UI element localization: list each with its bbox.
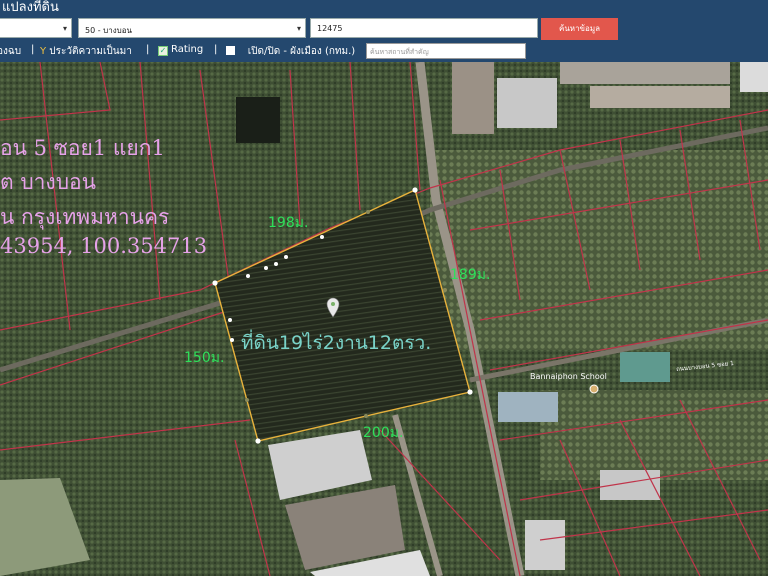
history-icon: Y	[40, 46, 47, 57]
history-label: ประวัติความเป็นมา	[49, 46, 132, 57]
district-select[interactable]: 50 - บางบอน ▾	[78, 18, 306, 38]
parcel-number-input[interactable]: 12475	[310, 18, 538, 38]
factory-roof	[560, 62, 730, 84]
street-view-toggle[interactable]: องฉบ	[0, 44, 21, 59]
chevron-down-icon: ▾	[62, 24, 67, 33]
address-line-1: อน 5 ซอย1 แยก1	[0, 136, 165, 160]
place-search-input[interactable]: ค้นหาสถานที่สำคัญ	[366, 43, 526, 59]
rating-link[interactable]: ✓ Rating	[158, 44, 203, 56]
toolbar-separator: |	[214, 44, 218, 55]
orchard-area	[540, 390, 768, 480]
school-marker-icon[interactable]	[589, 384, 599, 394]
map-viewer: แปลงที่ดิน ▾ 50 - บางบอน ▾ 12475 ค้นหาข้…	[0, 0, 768, 576]
search-button[interactable]: ค้นหาข้อมูล	[541, 18, 618, 40]
dimension-east: 189ม.	[450, 267, 491, 283]
district-select-value: 50 - บางบอน	[85, 26, 132, 35]
address-line-3: น กรุงเทพมหานคร	[0, 205, 170, 229]
layer-label: เปิด/ปิด - ผังเมือง (กทม.)	[247, 46, 356, 57]
factory-roof	[497, 78, 557, 128]
satellite-map[interactable]: อน 5 ซอย1 แยก1 ต บางบอน น กรุงเทพมหานคร …	[0, 62, 768, 576]
factory-roof	[590, 86, 730, 108]
factory-roof	[525, 520, 565, 570]
address-line-2: ต บางบอน	[0, 170, 96, 194]
factory-roof	[600, 470, 660, 500]
parcel-number-value: 12475	[317, 24, 343, 33]
rating-icon: ✓	[158, 46, 168, 56]
dimension-west: 150ม.	[184, 350, 225, 366]
parcel-area-label: ที่ดิน19ไร่2งาน12ตรว.	[241, 332, 432, 354]
pond	[236, 97, 280, 143]
layer-checkbox[interactable]	[226, 46, 235, 55]
rating-label: Rating	[171, 44, 204, 55]
factory-roof	[740, 62, 768, 92]
dimension-south: 200ม.	[363, 425, 404, 441]
history-link[interactable]: Y ประวัติความเป็นมา	[40, 44, 132, 59]
header-title: แปลงที่ดิน	[2, 0, 59, 15]
search-header: แปลงที่ดิน ▾ 50 - บางบอน ▾ 12475 ค้นหาข้…	[0, 0, 768, 62]
coordinates-readout: 43954, 100.354713	[0, 234, 208, 258]
factory-roof	[498, 392, 558, 422]
factory-roof	[620, 352, 670, 382]
city-plan-layer-toggle[interactable]: เปิด/ปิด - ผังเมือง (กทม.)	[226, 44, 355, 59]
chevron-down-icon: ▾	[296, 24, 301, 33]
dimension-north: 198ม.	[268, 215, 309, 231]
province-select[interactable]: ▾	[0, 18, 72, 38]
toolbar-separator: |	[146, 44, 150, 55]
school-label: Bannaiphon School	[530, 372, 607, 381]
toolbar-separator: |	[31, 44, 35, 55]
factory-roof	[452, 62, 494, 134]
